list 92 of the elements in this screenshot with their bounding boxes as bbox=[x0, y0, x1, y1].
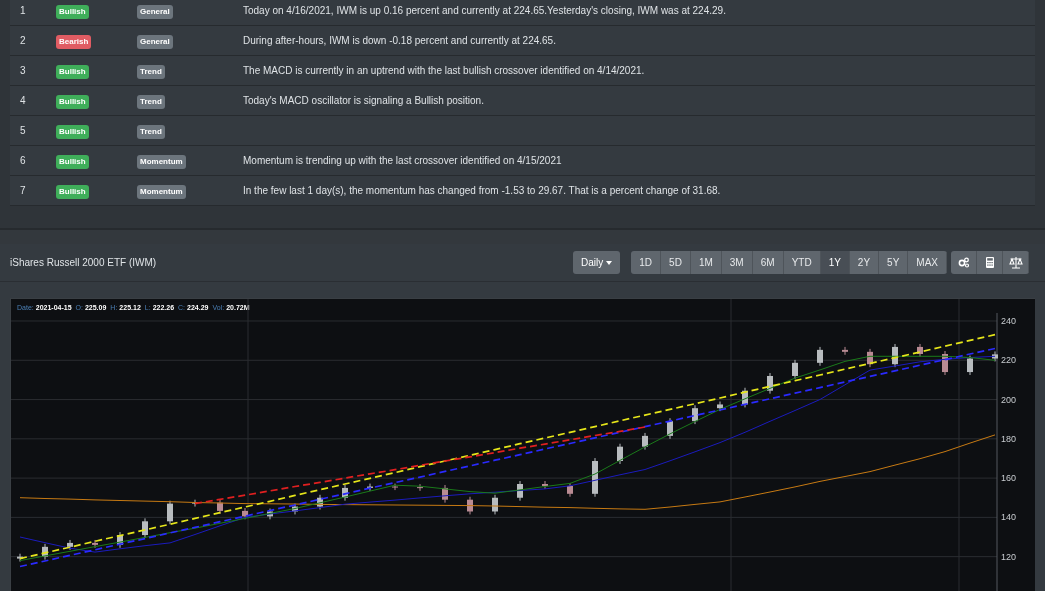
candlestick bbox=[792, 359, 798, 380]
signal-text: Today on 4/16/2021, IWM is up 0.16 percent and currently at 224.65.Yesterday's closing, IWM was at 224.29. bbox=[243, 4, 726, 18]
range-button[interactable]: 1M bbox=[690, 251, 722, 274]
candlestick bbox=[842, 346, 848, 356]
candlestick bbox=[667, 417, 673, 440]
candlestick bbox=[917, 343, 923, 358]
candlestick bbox=[142, 517, 148, 539]
candlestick bbox=[642, 432, 648, 451]
candlestick bbox=[417, 483, 423, 492]
candlestick bbox=[767, 372, 773, 395]
axis-label: 240 bbox=[1001, 316, 1017, 326]
candlestick bbox=[217, 499, 223, 515]
candlestick bbox=[617, 443, 623, 465]
gears-icon bbox=[956, 256, 971, 269]
range-button[interactable]: 1Y bbox=[820, 251, 850, 274]
range-button[interactable]: 6M bbox=[752, 251, 784, 274]
category-badge: Momentum bbox=[137, 154, 186, 169]
candlestick bbox=[442, 484, 448, 504]
row-number: 7 bbox=[19, 184, 27, 198]
candlestick bbox=[867, 348, 873, 368]
candlestick bbox=[267, 508, 273, 520]
candlestick bbox=[492, 494, 498, 515]
candlestick bbox=[967, 355, 973, 376]
range-button[interactable]: 5Y bbox=[879, 251, 909, 274]
scale-button[interactable] bbox=[1003, 251, 1029, 274]
range-button[interactable]: YTD bbox=[783, 251, 821, 274]
candlestick bbox=[517, 480, 523, 502]
row-number: 6 bbox=[19, 154, 27, 168]
range-button[interactable]: 5D bbox=[661, 251, 691, 274]
category-badge: General bbox=[137, 34, 173, 49]
signal-text: During after-hours, IWM is down -0.18 percent and currently at 224.65. bbox=[243, 34, 556, 48]
sentiment-badge: Bullish bbox=[56, 184, 89, 199]
candlestick bbox=[467, 496, 473, 515]
candlestick bbox=[742, 387, 748, 408]
candlestick bbox=[542, 480, 548, 490]
axis-label: 140 bbox=[1001, 512, 1017, 523]
candlestick bbox=[942, 350, 948, 376]
axis-label: 120 bbox=[1001, 551, 1017, 562]
candlestick bbox=[92, 539, 98, 549]
sentiment-badge: Bullish bbox=[56, 64, 89, 79]
row-number: 5 bbox=[19, 124, 27, 138]
sentiment-badge: Bullish bbox=[56, 4, 89, 19]
candlestick bbox=[192, 499, 198, 508]
candlestick bbox=[292, 503, 298, 515]
candlestick bbox=[117, 531, 123, 549]
signal-text: Today's MACD oscillator is signaling a Bullish position. bbox=[243, 94, 484, 108]
signal-text: The MACD is currently in an uptrend with the last bullish crossover identified on 4/14/2021. bbox=[243, 64, 645, 78]
category-badge: Trend bbox=[137, 124, 165, 139]
candlestick bbox=[367, 483, 373, 492]
candlestick bbox=[817, 346, 823, 367]
range-button[interactable]: MAX bbox=[908, 251, 947, 274]
row-number: 4 bbox=[19, 94, 27, 108]
signal-text: Momentum is trending up with the last crossover identified on 4/15/2021 bbox=[243, 154, 562, 168]
sentiment-badge: Bullish bbox=[56, 94, 89, 109]
candlestick bbox=[567, 482, 573, 498]
axis-label: 180 bbox=[1001, 433, 1017, 444]
candlestick bbox=[592, 457, 598, 498]
axis-label: 200 bbox=[1001, 394, 1017, 405]
candlestick bbox=[67, 539, 73, 551]
category-badge: Momentum bbox=[137, 184, 186, 199]
candlestick bbox=[317, 494, 323, 510]
candlestick bbox=[167, 500, 173, 525]
category-badge: General bbox=[137, 4, 173, 19]
axis-label: 220 bbox=[1001, 355, 1017, 366]
sentiment-badge: Bullish bbox=[56, 154, 89, 169]
candlestick bbox=[42, 543, 48, 561]
signal-text: In the few last 1 day(s), the momentum has changed from -1.53 to 29.67. That is a percent change of 31.68. bbox=[243, 184, 721, 198]
candlestick bbox=[242, 507, 248, 520]
range-button[interactable]: 2Y bbox=[849, 251, 880, 274]
candlestick bbox=[892, 343, 898, 368]
row-number: 3 bbox=[19, 64, 27, 78]
candlestick bbox=[992, 350, 998, 362]
range-button[interactable]: 1D bbox=[631, 251, 662, 274]
settings-button[interactable] bbox=[951, 251, 977, 274]
candlestick bbox=[717, 401, 723, 412]
candlestick bbox=[342, 484, 348, 502]
interval-dropdown[interactable]: Daily bbox=[573, 251, 621, 274]
calculator-button[interactable] bbox=[977, 251, 1003, 274]
row-number: 1 bbox=[19, 4, 27, 18]
sentiment-badge: Bullish bbox=[56, 124, 89, 139]
axis-label: 160 bbox=[1001, 473, 1017, 484]
candlestick bbox=[17, 553, 23, 563]
balance-scale-icon bbox=[1008, 256, 1023, 269]
category-badge: Trend bbox=[137, 94, 165, 109]
candlestick bbox=[392, 483, 398, 491]
category-badge: Trend bbox=[137, 64, 165, 79]
range-button[interactable]: 3M bbox=[721, 251, 753, 274]
row-number: 2 bbox=[19, 34, 27, 48]
candlestick bbox=[692, 404, 698, 425]
sentiment-badge: Bearish bbox=[56, 34, 92, 49]
caret-icon bbox=[606, 260, 613, 265]
chart-title: iShares Russell 2000 ETF (IWM) bbox=[10, 256, 157, 270]
